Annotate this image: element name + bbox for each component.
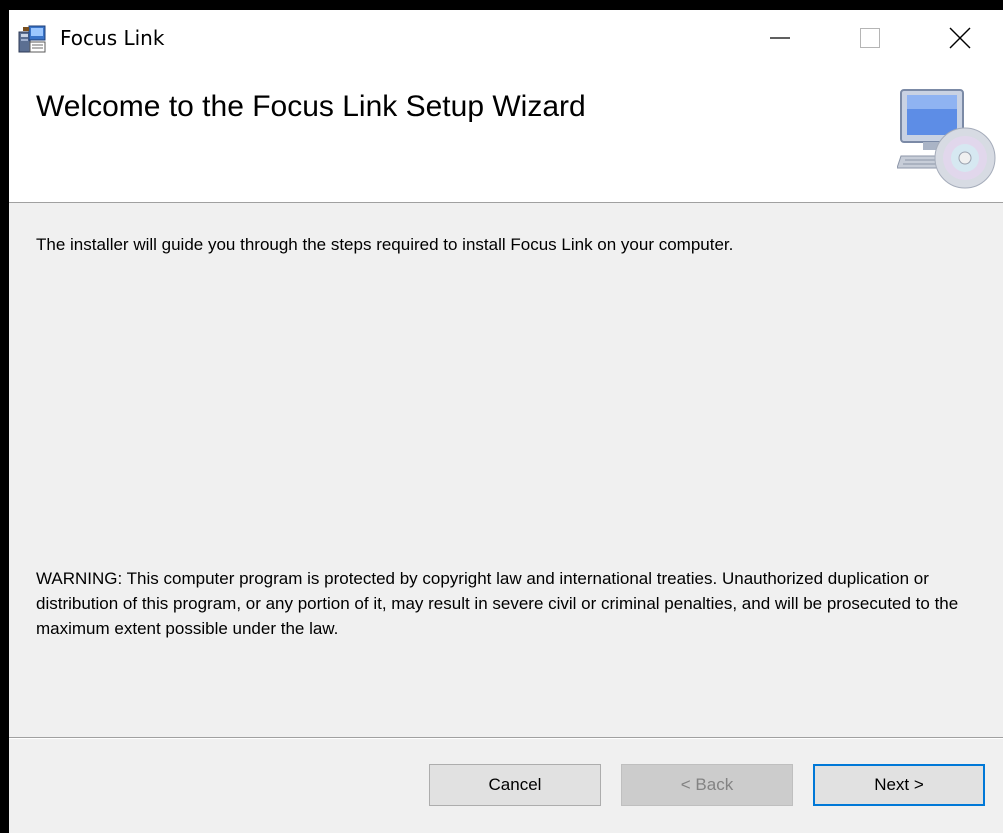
wizard-header: Welcome to the Focus Link Setup Wizard <box>9 66 1003 203</box>
computer-cd-icon <box>897 89 996 189</box>
close-icon <box>949 27 971 49</box>
minimize-icon <box>770 37 790 39</box>
wizard-title: Welcome to the Focus Link Setup Wizard <box>36 90 586 123</box>
maximize-button[interactable] <box>839 10 901 66</box>
cancel-button[interactable]: Cancel <box>429 764 601 806</box>
close-button[interactable] <box>929 10 991 66</box>
maximize-icon <box>860 28 880 48</box>
title-bar[interactable]: Focus Link <box>9 10 1003 66</box>
footer-divider <box>9 737 1003 739</box>
copyright-warning-text: WARNING: This computer program is protec… <box>36 569 959 638</box>
next-button[interactable]: Next > <box>813 764 985 806</box>
setup-wizard-window: Focus Link Welcome to the Focus Link Set… <box>9 10 1003 833</box>
back-button: < Back <box>621 764 793 806</box>
installer-app-icon <box>18 25 46 53</box>
minimize-button[interactable] <box>749 10 811 66</box>
intro-text: The installer will guide you through the… <box>36 235 734 254</box>
window-title: Focus Link <box>60 26 165 50</box>
